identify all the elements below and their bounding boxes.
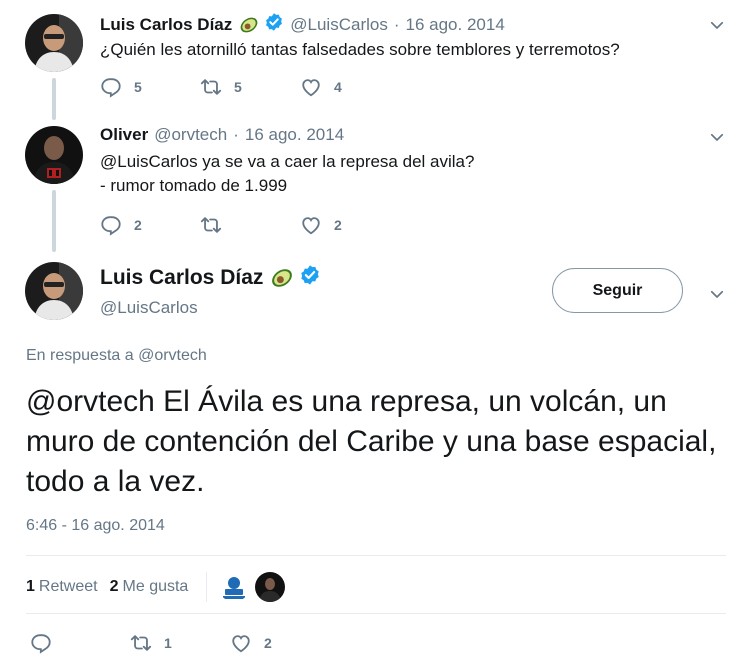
- reply-to-handle[interactable]: @orvtech: [138, 347, 207, 364]
- main-actions: 1 2: [30, 632, 330, 654]
- tweet-actions: 2 2: [100, 214, 400, 236]
- reply-to-prefix: En respuesta a: [26, 347, 134, 364]
- tweet-text-line: @LuisCarlos ya se va a caer la represa d…: [100, 152, 475, 171]
- reply-icon: [30, 632, 52, 654]
- chevron-down-icon[interactable]: [708, 285, 726, 303]
- like-stat-count: 2: [109, 578, 119, 595]
- main-handle-row: @LuisCarlos: [100, 298, 198, 318]
- like-icon: [230, 632, 252, 654]
- main-timestamp[interactable]: 6:46 - 16 ago. 2014: [26, 517, 165, 535]
- like-count: 2: [334, 217, 342, 233]
- divider: [26, 613, 726, 614]
- avatar[interactable]: [25, 126, 83, 184]
- tweet-2[interactable]: Oliver @orvtech · 16 ago. 2014 @LuisCarl…: [0, 120, 750, 250]
- chevron-down-icon[interactable]: [708, 128, 726, 146]
- retweet-count: 1: [164, 635, 172, 651]
- retweet-button[interactable]: 5: [200, 76, 300, 98]
- author-name[interactable]: Oliver: [100, 125, 148, 145]
- main-avatar[interactable]: [25, 262, 83, 320]
- retweet-icon: [130, 632, 152, 654]
- separator: ·: [393, 14, 400, 34]
- reply-button[interactable]: [30, 632, 130, 654]
- tweet-date[interactable]: 16 ago. 2014: [406, 15, 505, 35]
- author-handle[interactable]: @orvtech: [154, 125, 227, 145]
- thread-line: [52, 78, 56, 120]
- verified-icon: [299, 264, 321, 292]
- main-tweet-text: @orvtech El Ávila es una represa, un vol…: [26, 385, 717, 498]
- avocado-emoji: [238, 14, 260, 36]
- tweet-text-line: - rumor tomado de 1.999: [100, 176, 288, 195]
- divider: [26, 555, 726, 556]
- avatar[interactable]: [25, 14, 83, 72]
- verified-icon: [264, 12, 284, 37]
- liker-avatar[interactable]: [255, 572, 286, 602]
- stats-separator: [206, 572, 208, 602]
- tweet-1[interactable]: Luis Carlos Díaz @LuisCarlos · 16 ago. 2…: [0, 0, 750, 120]
- tweet-text: @LuisCarlos ya se va a caer la represa d…: [100, 150, 474, 198]
- separator: ·: [233, 125, 239, 144]
- reply-button[interactable]: 2: [100, 214, 200, 236]
- avocado-emoji: [269, 265, 295, 291]
- tweet-header: Luis Carlos Díaz @LuisCarlos · 16 ago. 2…: [100, 12, 505, 37]
- retweet-icon: [200, 76, 222, 98]
- reply-context: En respuesta a @orvtech: [26, 347, 207, 365]
- reply-count: 2: [134, 217, 142, 233]
- like-icon: [300, 214, 322, 236]
- author-name[interactable]: Luis Carlos Díaz: [100, 15, 232, 35]
- follow-button[interactable]: Seguir: [552, 268, 683, 313]
- reply-icon: [100, 76, 122, 98]
- main-author-name[interactable]: Luis Carlos Díaz: [100, 266, 263, 290]
- like-button[interactable]: 2: [300, 214, 400, 236]
- retweet-stat-count: 1: [26, 578, 35, 595]
- tweet-header: Oliver @orvtech · 16 ago. 2014: [100, 125, 344, 145]
- engagement-stats: 1 Retweet 2 Me gusta: [26, 572, 291, 602]
- main-author-handle[interactable]: @LuisCarlos: [100, 298, 198, 318]
- like-stat[interactable]: 2 Me gusta: [110, 578, 189, 596]
- like-button[interactable]: 2: [230, 632, 330, 654]
- main-author: Luis Carlos Díaz: [100, 264, 321, 292]
- thread-line: [52, 190, 56, 252]
- tweet-text: ¿Quién les atornilló tantas falsedades s…: [100, 40, 620, 59]
- retweet-stat[interactable]: 1 Retweet: [26, 578, 98, 596]
- liker-avatar[interactable]: [219, 572, 250, 602]
- retweet-icon: [200, 214, 222, 236]
- retweet-count: 5: [234, 79, 242, 95]
- reply-icon: [100, 214, 122, 236]
- author-handle[interactable]: @LuisCarlos: [290, 15, 388, 35]
- reply-button[interactable]: 5: [100, 76, 200, 98]
- like-count: 4: [334, 79, 342, 95]
- like-count: 2: [264, 635, 272, 651]
- like-button[interactable]: 4: [300, 76, 400, 98]
- tweet-date[interactable]: 16 ago. 2014: [245, 125, 344, 145]
- like-icon: [300, 76, 322, 98]
- retweet-stat-label: Retweet: [38, 578, 98, 595]
- retweet-button[interactable]: 1: [130, 632, 230, 654]
- retweet-button[interactable]: [200, 214, 300, 236]
- chevron-down-icon[interactable]: [708, 16, 726, 34]
- tweet-actions: 5 5 4: [100, 76, 400, 98]
- reply-count: 5: [134, 79, 142, 95]
- like-stat-label: Me gusta: [122, 578, 189, 595]
